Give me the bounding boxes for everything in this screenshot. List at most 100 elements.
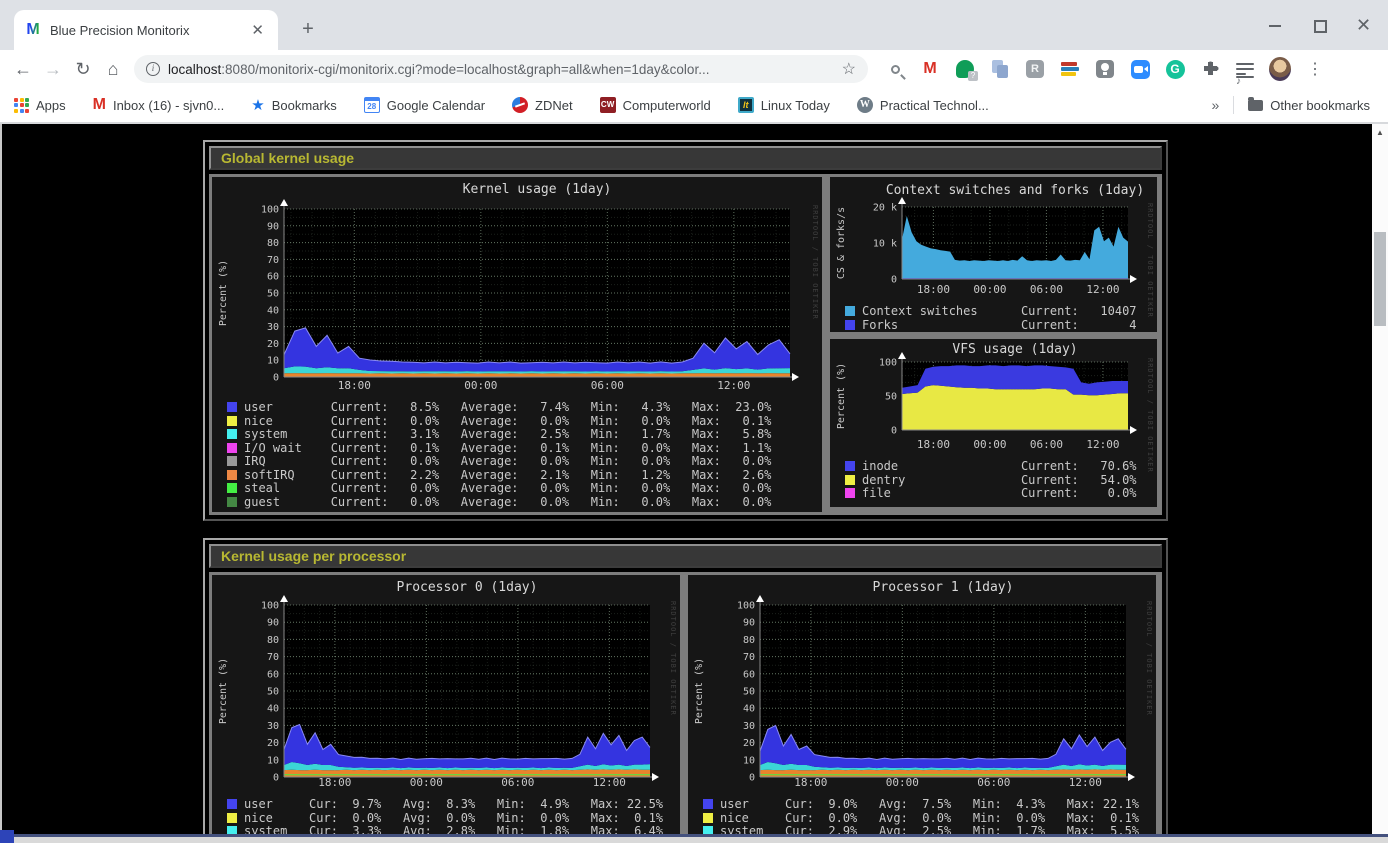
- back-button[interactable]: ←: [8, 54, 38, 84]
- new-tab-button[interactable]: +: [296, 18, 320, 42]
- svg-text:70: 70: [267, 652, 279, 663]
- computerworld-icon: CW: [600, 97, 616, 113]
- processor-0-graph[interactable]: 010203040506070809010018:0000:0006:0012:…: [212, 575, 680, 843]
- other-bookmarks[interactable]: Other bookmarks: [1248, 98, 1370, 113]
- svg-text:80: 80: [267, 635, 279, 646]
- url-path: :8080/monitorix-cgi/monitorix.cgi?mode=l…: [221, 62, 709, 77]
- bottom-left-corner-fragment: [0, 830, 14, 843]
- scroll-up-arrow-icon[interactable]: ▲: [1372, 128, 1388, 137]
- gmail-extension-icon[interactable]: M: [919, 58, 941, 80]
- hangouts-extension-icon[interactable]: ?: [954, 58, 976, 80]
- r-extension-icon[interactable]: R: [1024, 58, 1046, 80]
- svg-text:18:00: 18:00: [794, 776, 827, 789]
- bookmark-bookmarks[interactable]: ★ Bookmarks: [251, 96, 336, 114]
- section-title: Kernel usage per processor: [209, 544, 1162, 568]
- svg-text:06:00: 06:00: [1030, 438, 1063, 451]
- monitorix-favicon: M: [24, 21, 42, 39]
- svg-text:50: 50: [267, 289, 279, 300]
- window-minimize-button[interactable]: [1268, 18, 1282, 32]
- profile-avatar[interactable]: [1269, 58, 1291, 80]
- svg-text:10: 10: [267, 755, 279, 766]
- bookmarks-overflow-chevron[interactable]: »: [1212, 97, 1220, 113]
- svg-text:06:00: 06:00: [501, 776, 534, 789]
- section-kernel-usage-per-processor: Kernel usage per processor 0102030405060…: [203, 538, 1168, 843]
- home-button[interactable]: ⌂: [98, 54, 128, 84]
- extensions-puzzle-icon[interactable]: [1199, 58, 1221, 80]
- section-title: Global kernel usage: [209, 146, 1162, 170]
- svg-text:Percent (%): Percent (%): [218, 658, 229, 724]
- svg-text:18:00: 18:00: [917, 283, 950, 296]
- books-extension-icon[interactable]: [1059, 58, 1081, 80]
- svg-text:18:00: 18:00: [318, 776, 351, 789]
- context-switches-graph[interactable]: 010 k20 k18:0000:0006:0012:00Context swi…: [830, 177, 1157, 332]
- svg-text:60: 60: [267, 669, 279, 680]
- url-host: localhost: [168, 62, 221, 77]
- processor-1-graph[interactable]: 010203040506070809010018:0000:0006:0012:…: [688, 575, 1156, 843]
- svg-text:12:00: 12:00: [593, 776, 626, 789]
- window-close-button[interactable]: ✕: [1356, 18, 1370, 32]
- bookmarks-bar: Apps M Inbox (16) - sjvn0... ★ Bookmarks…: [0, 88, 1388, 122]
- svg-text:18:00: 18:00: [917, 438, 950, 451]
- playlist-icon[interactable]: ♪: [1234, 58, 1256, 80]
- svg-text:Percent (%): Percent (%): [694, 658, 705, 724]
- browser-titlebar: M Blue Precision Monitorix ✕ + ✕: [0, 0, 1388, 50]
- svg-text:00:00: 00:00: [464, 379, 497, 392]
- svg-text:12:00: 12:00: [717, 379, 750, 392]
- lamp-extension-icon[interactable]: [1094, 58, 1116, 80]
- svg-text:20: 20: [267, 339, 279, 350]
- monitorix-page: Global kernel usage 0 10 20 30 40 50 60 70 80 90 1…: [0, 124, 1388, 843]
- svg-text:12:00: 12:00: [1086, 438, 1119, 451]
- bookmark-apps[interactable]: Apps: [14, 98, 66, 113]
- svg-text:RRDTOOL / TOBI OETIKER: RRDTOOL / TOBI OETIKER: [811, 205, 819, 320]
- copy-pages-extension-icon[interactable]: [989, 58, 1011, 80]
- url-text[interactable]: localhost:8080/monitorix-cgi/monitorix.c…: [168, 62, 842, 77]
- address-bar[interactable]: i localhost:8080/monitorix-cgi/monitorix…: [134, 55, 868, 83]
- wordpress-icon: W: [857, 97, 873, 113]
- svg-text:90: 90: [267, 618, 279, 629]
- zoom-camera-extension-icon[interactable]: [1129, 58, 1151, 80]
- bookmarks-divider: [1233, 96, 1234, 114]
- bookmark-star-icon[interactable]: ☆: [842, 59, 856, 79]
- bookmark-zdnet[interactable]: ZDNet: [512, 97, 573, 113]
- forward-button[interactable]: →: [38, 54, 68, 84]
- chrome-menu-icon[interactable]: ⋮: [1304, 58, 1326, 80]
- svg-text:40: 40: [267, 704, 279, 715]
- svg-text:10 k: 10 k: [873, 239, 897, 250]
- vertical-scrollbar[interactable]: ▲: [1372, 124, 1388, 843]
- svg-text:18:00: 18:00: [338, 379, 371, 392]
- svg-text:Percent (%): Percent (%): [836, 363, 847, 429]
- bookmark-google-calendar[interactable]: 28 Google Calendar: [364, 97, 485, 113]
- svg-text:0: 0: [273, 373, 279, 384]
- svg-text:40: 40: [267, 305, 279, 316]
- bookmark-inbox[interactable]: M Inbox (16) - sjvn0...: [93, 96, 225, 114]
- svg-text:30: 30: [267, 322, 279, 333]
- svg-text:10: 10: [743, 755, 755, 766]
- svg-text:12:00: 12:00: [1069, 776, 1102, 789]
- kernel-usage-graph[interactable]: 010203040506070809010018:0000:0006:0012:…: [212, 177, 822, 512]
- scrollbar-thumb[interactable]: [1374, 232, 1386, 326]
- svg-text:100: 100: [261, 601, 279, 612]
- svg-text:100: 100: [737, 601, 755, 612]
- bookmark-computerworld[interactable]: CW Computerworld: [600, 97, 711, 113]
- window-maximize-button[interactable]: [1312, 18, 1326, 32]
- reload-button[interactable]: ↻: [68, 54, 98, 84]
- svg-text:RRDTOOL / TOBI OETIKER: RRDTOOL / TOBI OETIKER: [1146, 358, 1154, 473]
- svg-text:RRDTOOL / TOBI OETIKER: RRDTOOL / TOBI OETIKER: [1146, 203, 1154, 318]
- browser-tab[interactable]: M Blue Precision Monitorix ✕: [14, 10, 278, 50]
- svg-text:30: 30: [743, 721, 755, 732]
- svg-text:50: 50: [885, 392, 897, 403]
- vfs-usage-graph[interactable]: 05010018:0000:0006:0012:00VFS usage (1da…: [830, 339, 1157, 507]
- site-info-icon[interactable]: i: [146, 62, 160, 76]
- bookmark-linux-today[interactable]: lt Linux Today: [738, 97, 830, 113]
- window-left-edge: [0, 124, 2, 843]
- grammarly-extension-icon[interactable]: G: [1164, 58, 1186, 80]
- tab-close-icon[interactable]: ✕: [247, 21, 268, 39]
- svg-text:Processor 0 (1day): Processor 0 (1day): [397, 580, 538, 595]
- bookmark-practical-technology[interactable]: W Practical Technol...: [857, 97, 989, 113]
- browser-toolbar: ← → ↻ ⌂ i localhost:8080/monitorix-cgi/m…: [0, 50, 1388, 88]
- linux-today-icon: lt: [738, 97, 754, 113]
- svg-text:Processor 1 (1day): Processor 1 (1day): [873, 580, 1014, 595]
- folder-icon: [1248, 100, 1263, 111]
- extensions-row: M ? R G ♪ ⋮: [884, 58, 1326, 80]
- search-icon[interactable]: [884, 58, 906, 80]
